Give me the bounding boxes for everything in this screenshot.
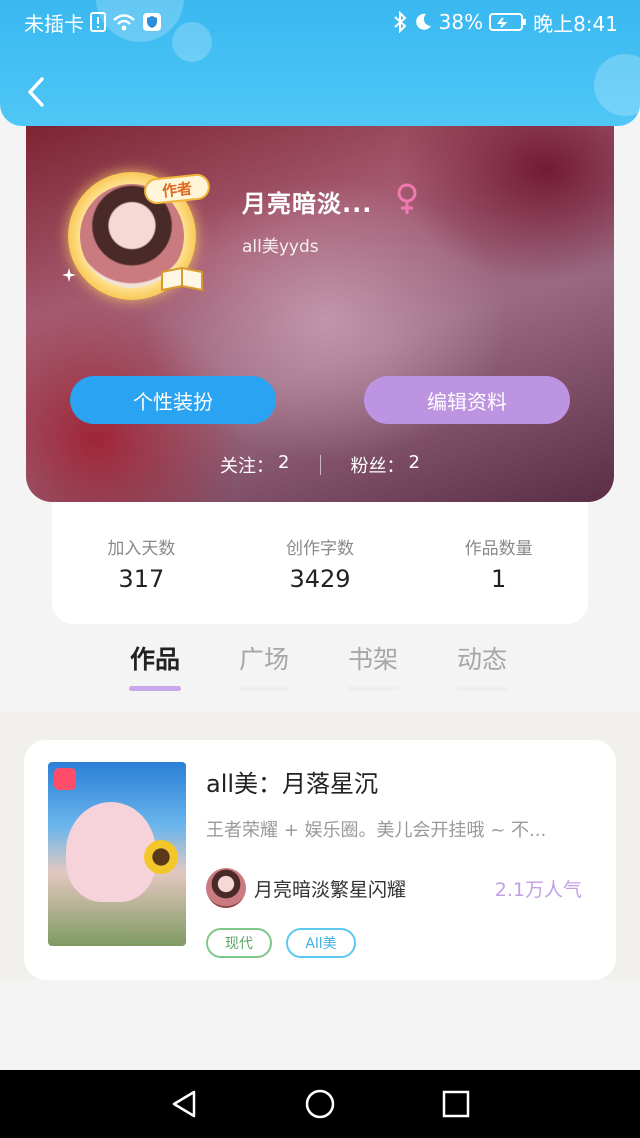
follow-stats: 关注： 2 粉丝： 2 xyxy=(26,450,614,480)
sparkle-icon xyxy=(62,268,76,282)
avatar[interactable]: 作者 xyxy=(62,172,212,308)
following-value: 2 xyxy=(278,452,290,473)
author-name[interactable]: 月亮暗淡繁星闪耀 xyxy=(254,875,495,902)
triangle-back-icon xyxy=(172,1090,196,1118)
stat-value: 1 xyxy=(491,565,507,593)
stat-value: 3429 xyxy=(289,565,351,593)
followers-label: 粉丝： xyxy=(350,456,405,477)
book-cover-image[interactable] xyxy=(48,762,186,946)
followers-value: 2 xyxy=(408,452,420,473)
circle-home-icon xyxy=(305,1089,335,1119)
tab-indicator xyxy=(238,686,290,691)
tab-indicator xyxy=(456,686,508,691)
tab-activity[interactable]: 动态 xyxy=(456,640,508,700)
cover-badge-icon xyxy=(54,768,76,790)
decor-bubble xyxy=(594,54,640,116)
tag-modern[interactable]: 现代 xyxy=(206,928,272,958)
tab-indicator xyxy=(129,686,181,691)
tab-bookshelf[interactable]: 书架 xyxy=(347,640,399,700)
profile-name: 月亮暗淡... xyxy=(242,190,373,218)
edit-profile-button[interactable]: 编辑资料 xyxy=(364,376,570,424)
wifi-icon xyxy=(112,12,136,32)
stat-word-count: 创作字数 3429 xyxy=(231,534,410,624)
following-count[interactable]: 关注： 2 xyxy=(220,452,289,478)
stat-label: 创作字数 xyxy=(286,539,354,559)
sim-alert-icon xyxy=(90,12,106,32)
decor-bubble xyxy=(172,22,212,62)
nav-back-button[interactable] xyxy=(166,1086,202,1122)
back-button[interactable] xyxy=(18,70,54,114)
tab-works[interactable]: 作品 xyxy=(129,640,181,700)
cover-flower xyxy=(144,840,178,874)
stat-days-joined: 加入天数 317 xyxy=(52,534,231,624)
popularity-count: 2.1万人气 xyxy=(494,878,582,901)
book-icon xyxy=(161,266,203,292)
followers-count[interactable]: 粉丝： 2 xyxy=(351,452,420,478)
moon-icon xyxy=(413,12,433,32)
profile-subtitle: all美yyds xyxy=(242,237,319,257)
square-recents-icon xyxy=(442,1090,470,1118)
stats-card: 加入天数 317 创作字数 3429 作品数量 1 xyxy=(52,500,588,624)
works-list: all美：月落星沉 王者荣耀 + 娱乐圈。美儿会开挂哦 ~ 不... 月亮暗淡繁… xyxy=(0,712,640,980)
profile-card: 作者 月亮暗淡... all美yyds 个性装扮 编辑资料 关注： 2 粉丝： … xyxy=(26,110,614,502)
back-arrow-icon xyxy=(28,77,44,107)
divider xyxy=(319,455,321,475)
stat-label: 加入天数 xyxy=(107,539,176,559)
tag-all-mei[interactable]: All美 xyxy=(286,928,356,958)
tab-label: 广场 xyxy=(238,645,289,674)
work-card[interactable]: all美：月落星沉 王者荣耀 + 娱乐圈。美儿会开挂哦 ~ 不... 月亮暗淡繁… xyxy=(24,740,616,980)
stat-label: 作品数量 xyxy=(464,539,533,559)
cover-figure xyxy=(66,802,156,902)
author-badge: 作者 xyxy=(142,172,212,206)
tab-label: 动态 xyxy=(456,645,507,674)
clock-time: 晚上8:41 xyxy=(533,11,618,36)
work-title: all美：月落星沉 xyxy=(206,770,379,798)
nav-home-button[interactable] xyxy=(302,1086,338,1122)
bluetooth-icon xyxy=(393,11,407,33)
female-symbol-icon xyxy=(397,183,417,214)
app-header: 未插卡 38% 晚上8:41 xyxy=(0,0,640,126)
tab-label: 作品 xyxy=(129,645,180,674)
tab-square[interactable]: 广场 xyxy=(238,640,290,700)
nav-recents-button[interactable] xyxy=(438,1086,474,1122)
system-nav-bar xyxy=(0,1070,640,1138)
carrier-text: 未插卡 xyxy=(24,11,84,36)
following-label: 关注： xyxy=(220,456,275,477)
shield-icon xyxy=(142,12,162,32)
decorate-button[interactable]: 个性装扮 xyxy=(70,376,276,424)
profile-tabs: 作品 广场 书架 动态 xyxy=(0,640,640,710)
stat-value: 317 xyxy=(118,565,165,593)
battery-percent: 38% xyxy=(438,10,484,34)
work-description: 王者荣耀 + 娱乐圈。美儿会开挂哦 ~ 不... xyxy=(206,820,547,841)
tab-label: 书架 xyxy=(347,645,398,674)
work-author-row: 月亮暗淡繁星闪耀 2.1万人气 xyxy=(206,868,582,908)
author-avatar[interactable] xyxy=(206,868,246,908)
tab-indicator xyxy=(347,686,399,691)
status-bar-left: 未插卡 xyxy=(24,8,162,36)
stat-works-count: 作品数量 1 xyxy=(409,534,588,624)
status-bar-right: 38% 晚上8:41 xyxy=(393,8,618,36)
battery-icon xyxy=(489,12,527,32)
